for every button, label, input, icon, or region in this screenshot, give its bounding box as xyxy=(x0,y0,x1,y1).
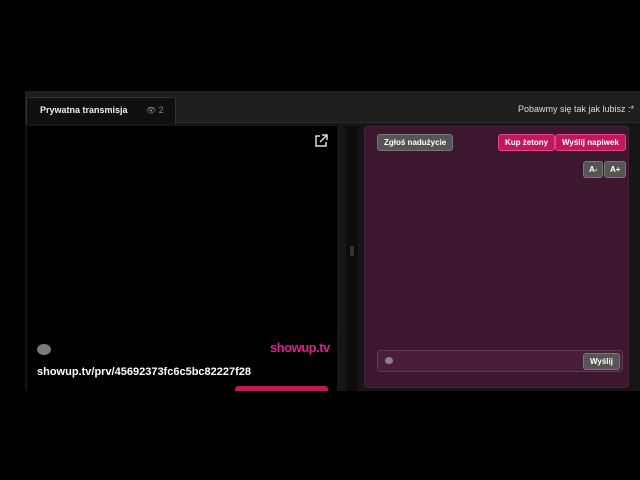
panel-divider[interactable] xyxy=(346,126,358,391)
eye-icon: 👁 xyxy=(146,106,157,115)
emoticon-icon[interactable] xyxy=(385,357,393,364)
divider-handle[interactable] xyxy=(350,246,354,256)
tab-title: Prywatna transmisja xyxy=(40,105,128,115)
send-button[interactable]: Wyślij xyxy=(583,353,620,370)
chat-bubble-icon[interactable] xyxy=(37,344,51,355)
video-player[interactable]: showup.tv showup.tv/prv/45692373fc6c5bc8… xyxy=(27,126,337,391)
stream-url: showup.tv/prv/45692373fc6c5bc82227f28 xyxy=(37,366,252,378)
viewer-count-value: 2 xyxy=(158,105,164,115)
buy-tokens-button[interactable]: Kup żetony xyxy=(498,134,556,151)
chat-panel: Zgłoś nadużycie Kup żetony Wyślij napiwe… xyxy=(364,126,629,388)
chat-input-box: Wyślij xyxy=(377,350,623,372)
showup-logo: showup.tv xyxy=(270,340,330,355)
send-tip-button[interactable]: Wyślij napiwek xyxy=(555,134,626,151)
font-decrease-button[interactable]: A- xyxy=(583,161,604,178)
tab-bar: Prywatna transmisja 👁 2 Pobawmy się tak … xyxy=(25,91,640,124)
tab-private-stream[interactable]: Prywatna transmisja 👁 2 xyxy=(26,97,176,124)
chat-input[interactable] xyxy=(398,353,582,369)
viewer-count: 👁 2 xyxy=(146,105,164,115)
pink-tab-edge xyxy=(235,386,328,391)
font-increase-button[interactable]: A+ xyxy=(604,161,627,178)
report-abuse-button[interactable]: Zgłoś nadużycie xyxy=(377,134,454,151)
popout-icon[interactable] xyxy=(314,134,328,148)
app-window: Prywatna transmisja 👁 2 Pobawmy się tak … xyxy=(25,91,640,391)
room-status: Pobawmy się tak jak lubisz :* xyxy=(517,104,634,114)
